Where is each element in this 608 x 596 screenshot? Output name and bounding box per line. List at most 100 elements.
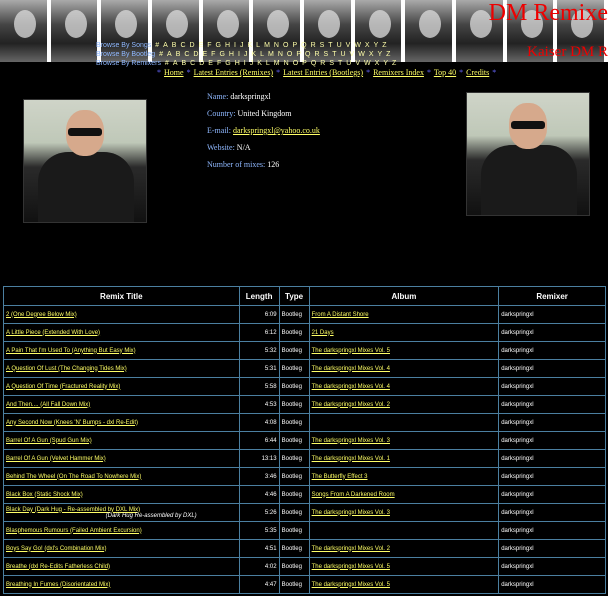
browse-letter-link[interactable]: C	[190, 60, 195, 67]
browse-letter-link[interactable]: M	[268, 51, 274, 58]
album-link[interactable]: The Butterfly Effect 3	[312, 474, 368, 480]
remix-title-link[interactable]: Barrel Of A Gun (Spud Gun Mix)	[6, 438, 92, 444]
album-link[interactable]: The darkspringxl Mixes Vol. 5	[312, 582, 390, 588]
browse-letter-link[interactable]: #	[155, 42, 159, 49]
browse-letter-link[interactable]: Z	[386, 51, 390, 58]
nav-remixers-index-link[interactable]: Remixers Index	[373, 68, 424, 77]
remix-title-link[interactable]: Barrel Of A Gun (Velvet Hammer Mix)	[6, 456, 106, 462]
nav-credits-link[interactable]: Credits	[466, 68, 489, 77]
nav-latest-remixes-link[interactable]: Latest Entries (Remixes)	[194, 68, 274, 77]
browse-letter-link[interactable]: S	[329, 60, 334, 67]
album-link[interactable]: The darkspringxl Mixes Vol. 4	[312, 366, 390, 372]
remix-title-link[interactable]: Black Box (Static Shock Mix)	[6, 492, 83, 498]
browse-letter-link[interactable]: D	[190, 42, 195, 49]
remix-title-link[interactable]: A Question Of Lust (The Changing Tides M…	[6, 366, 127, 372]
browse-letter-link[interactable]: X	[369, 51, 374, 58]
browse-letter-link[interactable]: M	[274, 60, 280, 67]
browse-letter-link[interactable]: L	[256, 42, 260, 49]
browse-letter-link[interactable]: S	[320, 42, 325, 49]
browse-letter-link[interactable]: K	[251, 51, 256, 58]
browse-letter-link[interactable]: A	[163, 42, 168, 49]
album-link[interactable]: The darkspringxl Mixes Vol. 3	[312, 438, 390, 444]
browse-letter-link[interactable]: E	[199, 42, 204, 49]
browse-letter-link[interactable]: T	[328, 42, 332, 49]
browse-letter-link[interactable]: J	[240, 42, 244, 49]
browse-letter-link[interactable]: X	[365, 42, 370, 49]
browse-letter-link[interactable]: Z	[382, 42, 386, 49]
browse-letter-link[interactable]: V	[355, 60, 360, 67]
browse-letter-link[interactable]: H	[235, 60, 240, 67]
browse-letter-link[interactable]: V	[346, 42, 351, 49]
album-link[interactable]: Songs From A Darkened Room	[312, 492, 395, 498]
album-link[interactable]: From A Distant Shore	[312, 312, 369, 318]
browse-letter-link[interactable]: I	[244, 60, 246, 67]
nav-latest-bootlegs-link[interactable]: Latest Entries (Bootlegs)	[283, 68, 363, 77]
browse-letter-link[interactable]: Q	[301, 42, 306, 49]
browse-letter-link[interactable]: F	[207, 42, 211, 49]
remixer-email-link[interactable]: darkspringxl@yahoo.co.uk	[233, 126, 320, 135]
browse-letter-link[interactable]: H	[225, 42, 230, 49]
browse-letter-link[interactable]: Y	[378, 51, 383, 58]
album-link[interactable]: The darkspringxl Mixes Vol. 2	[312, 546, 390, 552]
browse-letter-link[interactable]: D	[199, 60, 204, 67]
browse-letter-link[interactable]: B	[172, 42, 177, 49]
remix-title-link[interactable]: A Little Piece (Extended With Love)	[6, 330, 100, 336]
browse-letter-link[interactable]: O	[287, 51, 292, 58]
album-link[interactable]: The darkspringxl Mixes Vol. 3	[312, 510, 390, 516]
browse-letter-link[interactable]: M	[264, 42, 270, 49]
browse-letter-link[interactable]: G	[225, 60, 230, 67]
browse-letter-link[interactable]: N	[278, 51, 283, 58]
album-link[interactable]: The darkspringxl Mixes Vol. 5	[312, 348, 390, 354]
browse-letter-link[interactable]: I	[234, 42, 236, 49]
browse-letter-link[interactable]: A	[173, 60, 178, 67]
browse-letter-link[interactable]: A	[167, 51, 172, 58]
browse-letter-link[interactable]: C	[184, 51, 189, 58]
remix-title-link[interactable]: Blasphemous Rumours (Failed Ambient Excu…	[6, 528, 142, 534]
browse-letter-link[interactable]: Y	[374, 42, 379, 49]
album-link[interactable]: The darkspringxl Mixes Vol. 4	[312, 384, 390, 390]
browse-letter-link[interactable]: U	[337, 42, 342, 49]
browse-letter-link[interactable]: X	[375, 60, 380, 67]
browse-letter-link[interactable]: W	[354, 42, 361, 49]
remix-title-link[interactable]: A Pain That I'm Used To (Anything But Ea…	[6, 348, 136, 354]
browse-letter-link[interactable]: P	[302, 60, 307, 67]
remix-title-link[interactable]: Black Day (Dark Hug - Re-assembled by DX…	[6, 507, 140, 513]
browse-letter-link[interactable]: R	[311, 42, 316, 49]
remix-title-link[interactable]: Breathe (dxl Re-Edits Fatherless Child)	[6, 564, 110, 570]
browse-letter-link[interactable]: F	[217, 60, 221, 67]
browse-letter-link[interactable]: J	[250, 60, 254, 67]
browse-letter-link[interactable]: P	[292, 42, 297, 49]
browse-letter-link[interactable]: W	[364, 60, 371, 67]
album-link[interactable]: The darkspringxl Mixes Vol. 5	[312, 564, 390, 570]
album-link[interactable]: The darkspringxl Mixes Vol. 2	[312, 402, 390, 408]
browse-letter-link[interactable]: T	[332, 51, 336, 58]
remix-title-link[interactable]: Behind The Wheel (On The Road To Nowhere…	[6, 474, 141, 480]
browse-letter-link[interactable]: E	[208, 60, 213, 67]
nav-home-link[interactable]: Home	[164, 68, 184, 77]
browse-letter-link[interactable]: D	[193, 51, 198, 58]
browse-letter-link[interactable]: Q	[311, 60, 316, 67]
browse-letter-link[interactable]: N	[284, 60, 289, 67]
browse-letter-link[interactable]: U	[340, 51, 345, 58]
browse-letter-link[interactable]: B	[176, 51, 181, 58]
browse-letter-link[interactable]: B	[182, 60, 187, 67]
album-link[interactable]: 21 Days	[312, 330, 334, 336]
browse-letter-link[interactable]: R	[314, 51, 319, 58]
browse-letter-link[interactable]: R	[320, 60, 325, 67]
browse-letter-link[interactable]: O	[283, 42, 288, 49]
remix-title-link[interactable]: Boys Say Go! (dxl's Combination Mix)	[6, 546, 107, 552]
remix-title-link[interactable]: And Then.... (All Fall Down Mix)	[6, 402, 90, 408]
browse-letter-link[interactable]: L	[266, 60, 270, 67]
browse-letter-link[interactable]: H	[229, 51, 234, 58]
browse-letter-link[interactable]: I	[238, 51, 240, 58]
remix-title-link[interactable]: Breathing In Fumes (Disorientated Mix)	[6, 582, 110, 588]
browse-letter-link[interactable]: #	[159, 51, 163, 58]
browse-letter-link[interactable]: U	[346, 60, 351, 67]
browse-letter-link[interactable]: O	[293, 60, 298, 67]
browse-letter-link[interactable]: F	[211, 51, 215, 58]
browse-letter-link[interactable]: L	[260, 51, 264, 58]
browse-letter-link[interactable]: K	[257, 60, 262, 67]
browse-letter-link[interactable]: Y	[383, 60, 388, 67]
browse-letter-link[interactable]: Q	[305, 51, 310, 58]
browse-letter-link[interactable]: K	[248, 42, 253, 49]
